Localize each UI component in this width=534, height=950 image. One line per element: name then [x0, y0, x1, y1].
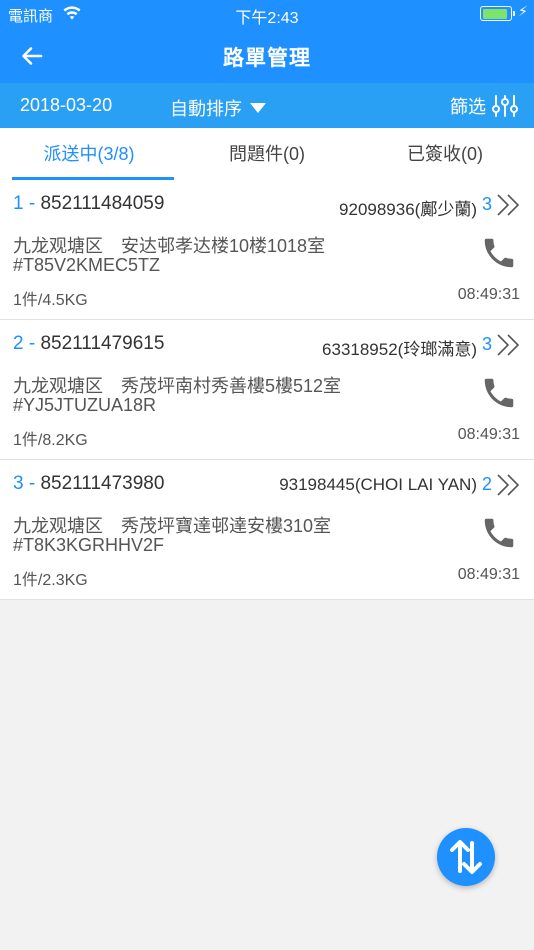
tab-signed[interactable]: 已簽收(0): [356, 128, 534, 180]
toolbar: 2018-03-20 自動排序 篩选: [0, 83, 534, 128]
item-time: 08:49:31: [457, 286, 520, 303]
status-bar: 電訊商 下午2:43 ⚡: [0, 0, 534, 28]
order-code: #T85V2KMEC5TZ: [13, 255, 161, 275]
phone-icon[interactable]: [480, 514, 518, 557]
item-index: 2 - 852111479615: [13, 333, 165, 354]
page-title: 路單管理: [223, 47, 311, 70]
charging-icon: ⚡: [518, 3, 528, 19]
contact-info: 92098936(鄺少蘭): [339, 200, 477, 219]
status-time: 下午2:43: [235, 10, 299, 27]
nav-bar: 路單管理: [0, 28, 534, 83]
delivery-list: 1 - 852111484059 92098936(鄺少蘭) 3 九龙观塘区 安…: [0, 180, 534, 600]
item-time: 08:49:31: [457, 426, 520, 443]
tab-bar: 派送中(3/8) 問題件(0) 已簽收(0): [0, 128, 534, 180]
filter-label: 篩选: [450, 97, 486, 117]
tab-problem[interactable]: 問題件(0): [178, 128, 356, 180]
item-time: 08:49:31: [457, 566, 520, 583]
item-count: 3: [481, 194, 492, 214]
package-weight: 1件/8.2KG: [13, 432, 88, 449]
sort-toggle-button[interactable]: [437, 828, 495, 886]
package-weight: 1件/4.5KG: [13, 292, 88, 309]
list-item[interactable]: 2 - 852111479615 63318952(玲瑯滿意) 3 九龙观塘区 …: [0, 320, 534, 460]
caret-down-icon: [250, 103, 266, 113]
double-chevron-right-icon[interactable]: [496, 474, 522, 501]
battery-icon: [480, 6, 512, 21]
tracking-number: 852111479615: [40, 333, 165, 354]
date-selector[interactable]: 2018-03-20: [20, 95, 112, 116]
item-count: 3: [481, 334, 492, 354]
tracking-number: 852111473980: [40, 473, 165, 494]
sliders-icon: [492, 95, 518, 117]
sort-label: 自動排序: [170, 99, 242, 119]
phone-icon[interactable]: [480, 374, 518, 417]
phone-icon[interactable]: [480, 234, 518, 277]
item-index: 3 - 852111473980: [13, 473, 165, 494]
double-chevron-right-icon[interactable]: [496, 334, 522, 361]
contact-info: 63318952(玲瑯滿意): [322, 340, 477, 359]
package-weight: 1件/2.3KG: [13, 572, 88, 589]
tracking-number: 852111484059: [40, 193, 165, 214]
list-item[interactable]: 1 - 852111484059 92098936(鄺少蘭) 3 九龙观塘区 安…: [0, 180, 534, 320]
order-code: #YJ5JTUZUA18R: [13, 395, 157, 415]
double-chevron-right-icon[interactable]: [496, 194, 522, 221]
tab-delivering[interactable]: 派送中(3/8): [0, 128, 178, 180]
swap-vertical-icon: [450, 840, 482, 874]
order-code: #T8K3KGRHHV2F: [13, 535, 165, 555]
sort-dropdown[interactable]: 自動排序: [170, 95, 266, 121]
list-item[interactable]: 3 - 852111473980 93198445(CHOI LAI YAN) …: [0, 460, 534, 600]
item-count: 2: [481, 474, 492, 494]
contact-info: 93198445(CHOI LAI YAN): [279, 475, 477, 494]
filter-button[interactable]: 篩选: [450, 93, 518, 119]
item-index: 1 - 852111484059: [13, 193, 165, 214]
